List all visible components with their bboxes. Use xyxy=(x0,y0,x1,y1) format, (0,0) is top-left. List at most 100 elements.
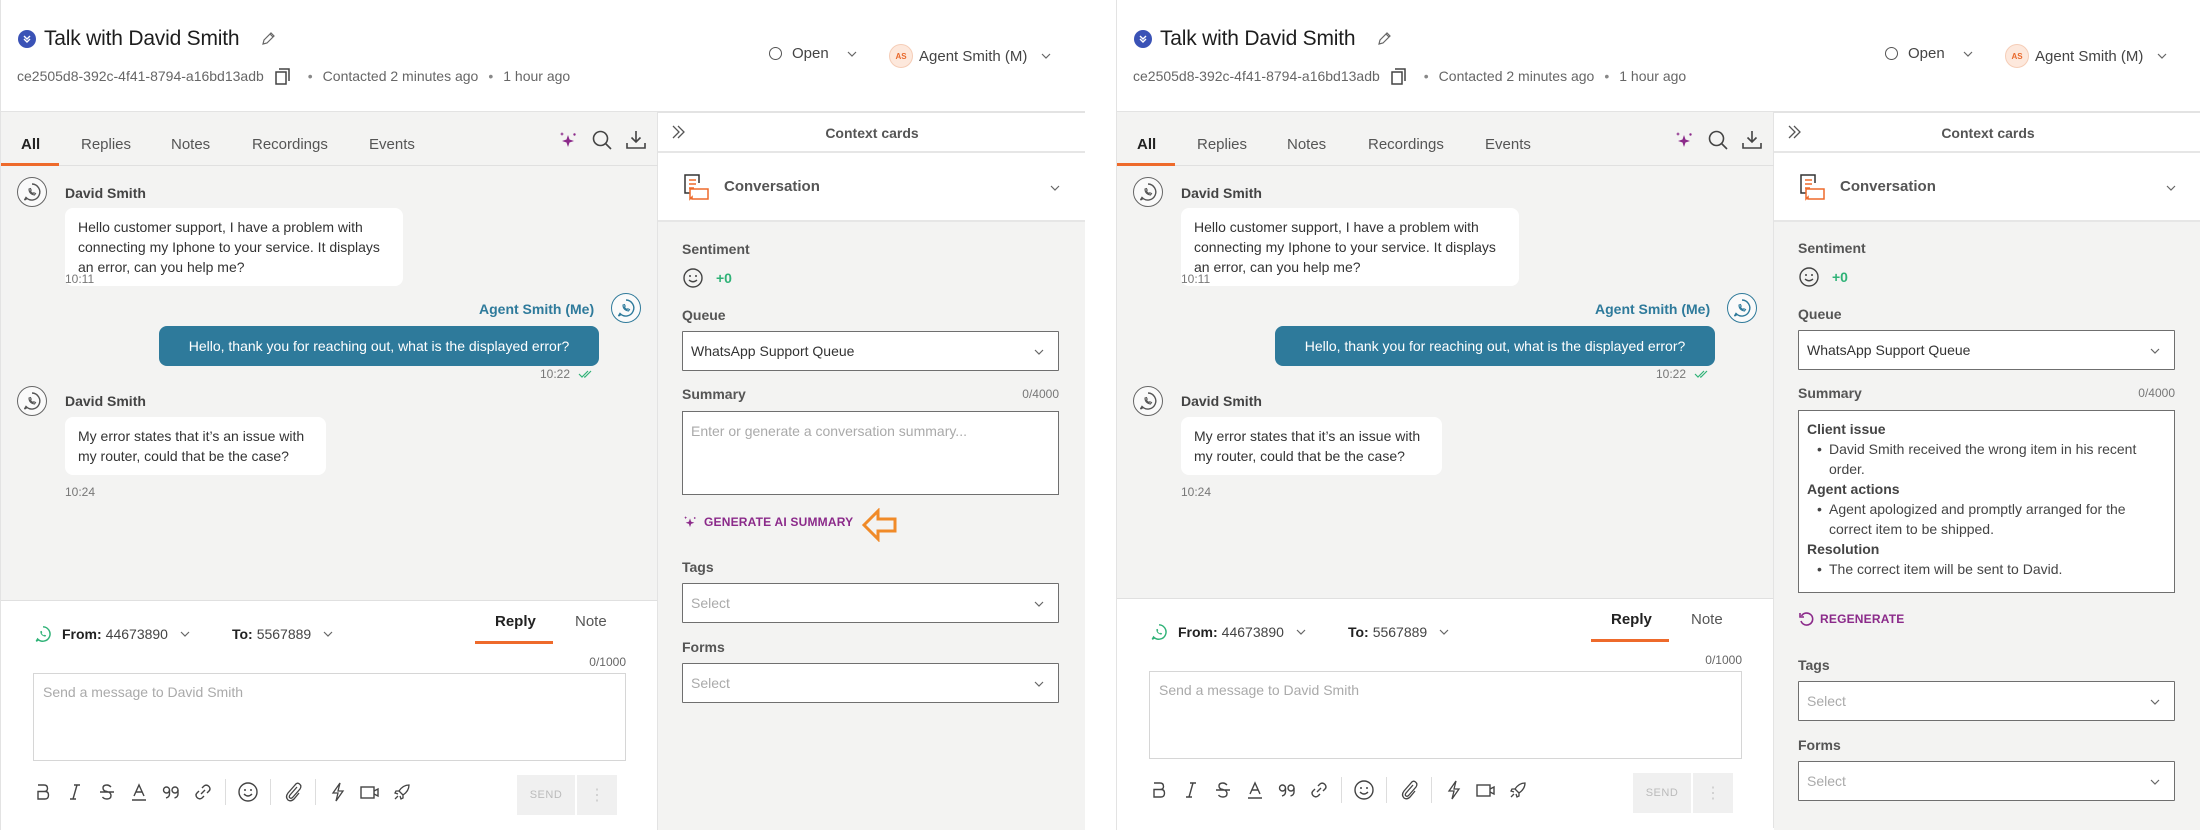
status-label: Open xyxy=(1908,45,1945,62)
reply-tab[interactable]: Reply xyxy=(495,613,536,630)
from-label: From: xyxy=(62,626,102,642)
conversation-panel-after: Talk with David Smith ce2505d8-392c-4f41… xyxy=(1116,0,2200,830)
italic-icon[interactable] xyxy=(1179,778,1203,802)
summary-input[interactable]: Client issue David Smith received the wr… xyxy=(1798,410,2175,593)
strikethrough-icon[interactable] xyxy=(95,780,119,804)
active-tab-indicator xyxy=(1,163,59,166)
text-color-icon[interactable] xyxy=(127,780,151,804)
tags-placeholder: Select xyxy=(1807,693,1846,709)
forms-placeholder: Select xyxy=(691,675,730,691)
formatting-toolbar xyxy=(31,779,414,805)
more-options-button[interactable]: ⋮ xyxy=(577,775,617,815)
ai-sparkle-icon[interactable] xyxy=(1672,128,1696,152)
to-value: 5567889 xyxy=(256,626,312,642)
video-icon[interactable] xyxy=(1474,778,1498,802)
regenerate-summary-button[interactable]: REGENERATE xyxy=(1798,611,1904,627)
message-char-counter: 0/1000 xyxy=(1705,653,1742,667)
conversation-id: ce2505d8-392c-4f41-8794-a16bd13adb xyxy=(17,68,264,84)
text-color-icon[interactable] xyxy=(1243,778,1267,802)
from-number-dropdown[interactable]: From: 44673890 xyxy=(1150,623,1308,641)
tab-events[interactable]: Events xyxy=(1485,136,1531,153)
tab-all[interactable]: All xyxy=(1137,136,1156,153)
bold-icon[interactable] xyxy=(31,780,55,804)
message-sender: David Smith xyxy=(1181,393,1262,409)
summary-section-heading: Resolution xyxy=(1807,541,1880,557)
edit-title-icon[interactable] xyxy=(1375,30,1393,48)
status-dropdown[interactable]: Open xyxy=(1885,45,1975,62)
italic-icon[interactable] xyxy=(63,780,87,804)
download-icon[interactable] xyxy=(624,128,648,152)
copy-icon[interactable] xyxy=(1390,67,1408,85)
chevron-down-icon xyxy=(321,627,335,641)
from-label: From: xyxy=(1178,624,1218,640)
send-button[interactable]: SEND xyxy=(517,775,575,815)
bold-icon[interactable] xyxy=(1147,778,1171,802)
reply-tab[interactable]: Reply xyxy=(1611,611,1652,628)
generate-ai-summary-button[interactable]: GENERATE AI SUMMARY xyxy=(682,514,853,530)
message-sender-agent: Agent Smith (Me) xyxy=(1595,301,1711,317)
tab-notes[interactable]: Notes xyxy=(171,136,210,153)
rocket-icon[interactable] xyxy=(390,780,414,804)
queue-select[interactable]: WhatsApp Support Queue xyxy=(1798,330,2175,370)
attachment-icon[interactable] xyxy=(1397,778,1421,802)
from-number-dropdown[interactable]: From: 44673890 xyxy=(34,625,192,643)
toolbar-divider xyxy=(1431,777,1432,803)
queue-value: WhatsApp Support Queue xyxy=(1807,342,1971,358)
link-icon[interactable] xyxy=(1307,778,1331,802)
video-icon[interactable] xyxy=(358,780,382,804)
summary-char-counter: 0/4000 xyxy=(1022,387,1059,401)
tags-placeholder: Select xyxy=(691,595,730,611)
tags-select[interactable]: Select xyxy=(682,583,1059,623)
assignee-dropdown[interactable]: AS Agent Smith (M) xyxy=(2005,44,2169,68)
send-button[interactable]: SEND xyxy=(1633,773,1691,813)
tags-select[interactable]: Select xyxy=(1798,681,2175,721)
forms-select[interactable]: Select xyxy=(682,663,1059,703)
status-dropdown[interactable]: Open xyxy=(769,45,859,62)
strikethrough-icon[interactable] xyxy=(1211,778,1235,802)
search-icon[interactable] xyxy=(1706,128,1730,152)
edit-title-icon[interactable] xyxy=(259,30,277,48)
whatsapp-agent-avatar xyxy=(611,293,641,323)
tab-all[interactable]: All xyxy=(21,136,40,153)
ai-sparkle-icon[interactable] xyxy=(556,128,580,152)
tab-notes[interactable]: Notes xyxy=(1287,136,1326,153)
emoji-icon[interactable] xyxy=(1352,778,1376,802)
toolbar-divider xyxy=(1386,777,1387,803)
to-number-dropdown[interactable]: To: 5567889 xyxy=(232,626,335,642)
note-tab[interactable]: Note xyxy=(575,613,607,630)
note-tab[interactable]: Note xyxy=(1691,611,1723,628)
tab-recordings[interactable]: Recordings xyxy=(1368,136,1444,153)
link-icon[interactable] xyxy=(191,780,215,804)
tab-events[interactable]: Events xyxy=(369,136,415,153)
tab-replies[interactable]: Replies xyxy=(1197,136,1247,153)
tab-replies[interactable]: Replies xyxy=(81,136,131,153)
emoji-icon[interactable] xyxy=(236,780,260,804)
attachment-icon[interactable] xyxy=(281,780,305,804)
quote-icon[interactable] xyxy=(159,780,183,804)
message-input[interactable] xyxy=(1149,671,1742,759)
quote-icon[interactable] xyxy=(1275,778,1299,802)
quick-reply-lightning-icon[interactable] xyxy=(1442,778,1466,802)
conversation-card-header[interactable]: Conversation xyxy=(658,153,1085,222)
contacted-time: Contacted 2 minutes ago xyxy=(1438,68,1595,84)
rocket-icon[interactable] xyxy=(1506,778,1530,802)
forms-select[interactable]: Select xyxy=(1798,761,2175,801)
to-label: To: xyxy=(1347,624,1369,640)
download-icon[interactable] xyxy=(1740,128,1764,152)
chevron-down-icon xyxy=(1032,345,1046,359)
to-number-dropdown[interactable]: To: 5567889 xyxy=(1348,624,1451,640)
copy-icon[interactable] xyxy=(274,67,292,85)
quick-reply-lightning-icon[interactable] xyxy=(326,780,350,804)
chevron-down-icon xyxy=(1032,677,1046,691)
toolbar-divider xyxy=(270,779,271,805)
generate-ai-summary-label: GENERATE AI SUMMARY xyxy=(704,515,854,529)
tab-recordings[interactable]: Recordings xyxy=(252,136,328,153)
summary-input[interactable]: Enter or generate a conversation summary… xyxy=(682,411,1059,495)
conversation-card-header[interactable]: Conversation xyxy=(1774,153,2200,222)
queue-select[interactable]: WhatsApp Support Queue xyxy=(682,331,1059,371)
message-input[interactable] xyxy=(33,673,626,761)
assignee-dropdown[interactable]: AS Agent Smith (M) xyxy=(889,44,1053,68)
agent-name: Agent Smith (M) xyxy=(919,47,1028,65)
search-icon[interactable] xyxy=(590,128,614,152)
more-options-button[interactable]: ⋮ xyxy=(1693,773,1733,813)
